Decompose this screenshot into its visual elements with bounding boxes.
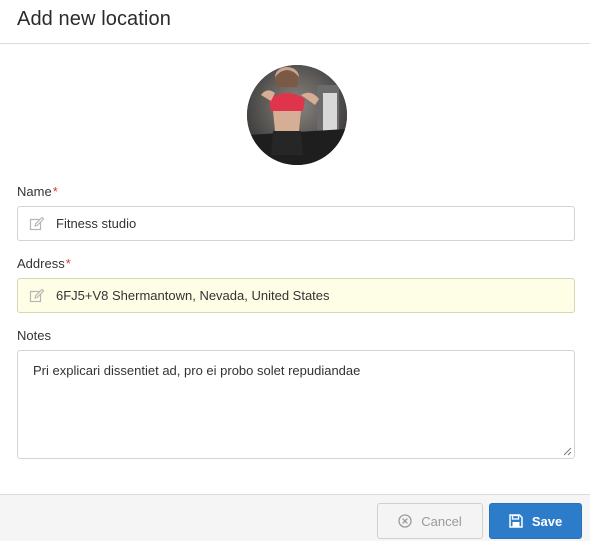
save-button[interactable]: Save xyxy=(489,503,582,539)
notes-label: Notes xyxy=(17,328,51,343)
address-field[interactable]: 6FJ5+V8 Shermantown, Nevada, United Stat… xyxy=(17,278,575,313)
location-avatar[interactable] xyxy=(247,65,347,165)
name-value: Fitness studio xyxy=(56,216,137,231)
location-photo xyxy=(247,65,347,165)
save-icon xyxy=(509,514,523,528)
resize-handle-icon[interactable] xyxy=(562,446,572,456)
address-value: 6FJ5+V8 Shermantown, Nevada, United Stat… xyxy=(56,288,330,303)
cancel-button[interactable]: Cancel xyxy=(377,503,483,539)
name-label: Name* xyxy=(17,184,58,199)
edit-icon xyxy=(29,288,45,303)
edit-icon xyxy=(29,216,45,231)
cancel-label: Cancel xyxy=(421,513,462,529)
address-label: Address* xyxy=(17,256,71,271)
notes-value: Pri explicari dissentiet ad, pro ei prob… xyxy=(33,363,361,378)
cancel-circle-icon xyxy=(398,514,412,528)
add-location-dialog: Add new location Name* Fitness studio Ad… xyxy=(0,0,590,541)
name-label-text: Name xyxy=(17,184,52,199)
required-mark: * xyxy=(65,256,71,271)
required-mark: * xyxy=(52,184,58,199)
name-field[interactable]: Fitness studio xyxy=(17,206,575,241)
address-label-text: Address xyxy=(17,256,65,271)
notes-textarea[interactable]: Pri explicari dissentiet ad, pro ei prob… xyxy=(17,350,575,459)
dialog-footer: Cancel Save xyxy=(0,494,590,541)
dialog-title: Add new location xyxy=(17,8,171,30)
save-label: Save xyxy=(531,513,563,529)
dialog-header: Add new location xyxy=(0,0,590,44)
